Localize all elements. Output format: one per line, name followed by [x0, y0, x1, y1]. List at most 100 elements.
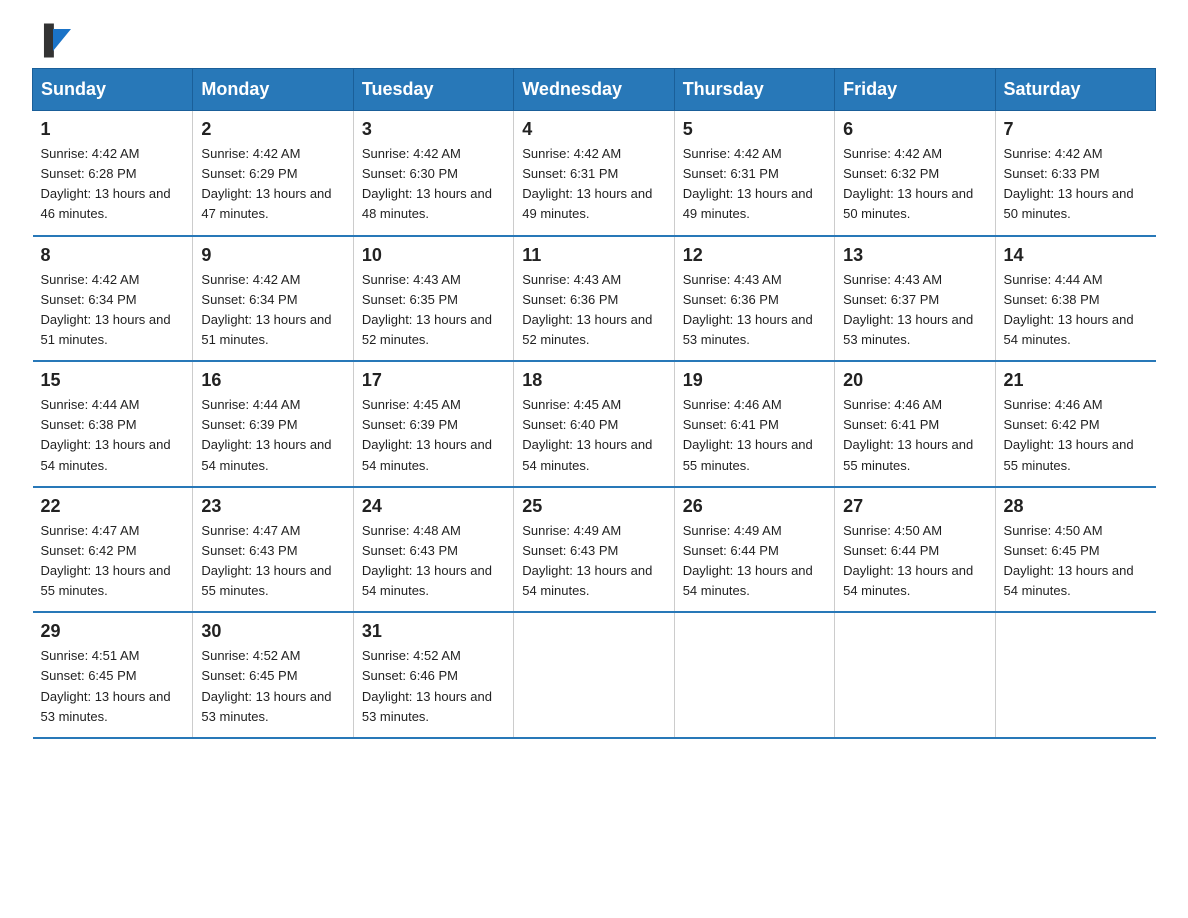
- calendar-cell: 4 Sunrise: 4:42 AMSunset: 6:31 PMDayligh…: [514, 111, 674, 236]
- calendar-week-1: 1 Sunrise: 4:42 AMSunset: 6:28 PMDayligh…: [33, 111, 1156, 236]
- calendar-table: Sunday Monday Tuesday Wednesday Thursday…: [32, 68, 1156, 739]
- day-number: 11: [522, 245, 665, 266]
- calendar-cell: 20 Sunrise: 4:46 AMSunset: 6:41 PMDaylig…: [835, 361, 995, 487]
- day-info: Sunrise: 4:42 AMSunset: 6:29 PMDaylight:…: [201, 144, 344, 225]
- logo: ▐: [32, 24, 71, 52]
- day-info: Sunrise: 4:45 AMSunset: 6:39 PMDaylight:…: [362, 395, 505, 476]
- calendar-cell: 7 Sunrise: 4:42 AMSunset: 6:33 PMDayligh…: [995, 111, 1155, 236]
- day-info: Sunrise: 4:43 AMSunset: 6:36 PMDaylight:…: [522, 270, 665, 351]
- day-info: Sunrise: 4:46 AMSunset: 6:41 PMDaylight:…: [683, 395, 826, 476]
- day-number: 7: [1004, 119, 1148, 140]
- calendar-cell: 1 Sunrise: 4:42 AMSunset: 6:28 PMDayligh…: [33, 111, 193, 236]
- calendar-header: Sunday Monday Tuesday Wednesday Thursday…: [33, 69, 1156, 111]
- calendar-cell: 31 Sunrise: 4:52 AMSunset: 6:46 PMDaylig…: [353, 612, 513, 738]
- day-info: Sunrise: 4:45 AMSunset: 6:40 PMDaylight:…: [522, 395, 665, 476]
- calendar-cell: 12 Sunrise: 4:43 AMSunset: 6:36 PMDaylig…: [674, 236, 834, 362]
- calendar-week-4: 22 Sunrise: 4:47 AMSunset: 6:42 PMDaylig…: [33, 487, 1156, 613]
- day-number: 30: [201, 621, 344, 642]
- day-info: Sunrise: 4:42 AMSunset: 6:32 PMDaylight:…: [843, 144, 986, 225]
- day-number: 24: [362, 496, 505, 517]
- calendar-cell: 18 Sunrise: 4:45 AMSunset: 6:40 PMDaylig…: [514, 361, 674, 487]
- calendar-cell: 6 Sunrise: 4:42 AMSunset: 6:32 PMDayligh…: [835, 111, 995, 236]
- day-number: 27: [843, 496, 986, 517]
- day-info: Sunrise: 4:44 AMSunset: 6:38 PMDaylight:…: [1004, 270, 1148, 351]
- day-number: 3: [362, 119, 505, 140]
- day-info: Sunrise: 4:44 AMSunset: 6:38 PMDaylight:…: [41, 395, 185, 476]
- day-number: 14: [1004, 245, 1148, 266]
- calendar-cell: 2 Sunrise: 4:42 AMSunset: 6:29 PMDayligh…: [193, 111, 353, 236]
- calendar-cell: 17 Sunrise: 4:45 AMSunset: 6:39 PMDaylig…: [353, 361, 513, 487]
- day-info: Sunrise: 4:46 AMSunset: 6:42 PMDaylight:…: [1004, 395, 1148, 476]
- day-info: Sunrise: 4:52 AMSunset: 6:46 PMDaylight:…: [362, 646, 505, 727]
- day-info: Sunrise: 4:48 AMSunset: 6:43 PMDaylight:…: [362, 521, 505, 602]
- day-info: Sunrise: 4:46 AMSunset: 6:41 PMDaylight:…: [843, 395, 986, 476]
- calendar-cell: 28 Sunrise: 4:50 AMSunset: 6:45 PMDaylig…: [995, 487, 1155, 613]
- calendar-cell: 14 Sunrise: 4:44 AMSunset: 6:38 PMDaylig…: [995, 236, 1155, 362]
- col-saturday: Saturday: [995, 69, 1155, 111]
- day-number: 28: [1004, 496, 1148, 517]
- day-number: 4: [522, 119, 665, 140]
- header-row: Sunday Monday Tuesday Wednesday Thursday…: [33, 69, 1156, 111]
- calendar-cell: 21 Sunrise: 4:46 AMSunset: 6:42 PMDaylig…: [995, 361, 1155, 487]
- calendar-cell: 27 Sunrise: 4:50 AMSunset: 6:44 PMDaylig…: [835, 487, 995, 613]
- day-info: Sunrise: 4:42 AMSunset: 6:34 PMDaylight:…: [41, 270, 185, 351]
- col-wednesday: Wednesday: [514, 69, 674, 111]
- day-info: Sunrise: 4:44 AMSunset: 6:39 PMDaylight:…: [201, 395, 344, 476]
- calendar-cell: 10 Sunrise: 4:43 AMSunset: 6:35 PMDaylig…: [353, 236, 513, 362]
- day-info: Sunrise: 4:51 AMSunset: 6:45 PMDaylight:…: [41, 646, 185, 727]
- calendar-cell: [995, 612, 1155, 738]
- day-info: Sunrise: 4:43 AMSunset: 6:36 PMDaylight:…: [683, 270, 826, 351]
- day-number: 15: [41, 370, 185, 391]
- logo-bar: ▐: [34, 24, 53, 56]
- calendar-cell: 25 Sunrise: 4:49 AMSunset: 6:43 PMDaylig…: [514, 487, 674, 613]
- day-info: Sunrise: 4:47 AMSunset: 6:42 PMDaylight:…: [41, 521, 185, 602]
- day-number: 13: [843, 245, 986, 266]
- logo-triangle-icon: [53, 29, 71, 51]
- day-info: Sunrise: 4:50 AMSunset: 6:44 PMDaylight:…: [843, 521, 986, 602]
- day-number: 16: [201, 370, 344, 391]
- day-number: 18: [522, 370, 665, 391]
- day-number: 31: [362, 621, 505, 642]
- calendar-cell: 29 Sunrise: 4:51 AMSunset: 6:45 PMDaylig…: [33, 612, 193, 738]
- day-number: 29: [41, 621, 185, 642]
- col-monday: Monday: [193, 69, 353, 111]
- calendar-cell: 26 Sunrise: 4:49 AMSunset: 6:44 PMDaylig…: [674, 487, 834, 613]
- day-number: 25: [522, 496, 665, 517]
- calendar-week-5: 29 Sunrise: 4:51 AMSunset: 6:45 PMDaylig…: [33, 612, 1156, 738]
- calendar-cell: 15 Sunrise: 4:44 AMSunset: 6:38 PMDaylig…: [33, 361, 193, 487]
- day-number: 17: [362, 370, 505, 391]
- calendar-cell: 24 Sunrise: 4:48 AMSunset: 6:43 PMDaylig…: [353, 487, 513, 613]
- day-number: 9: [201, 245, 344, 266]
- calendar-cell: 13 Sunrise: 4:43 AMSunset: 6:37 PMDaylig…: [835, 236, 995, 362]
- col-thursday: Thursday: [674, 69, 834, 111]
- day-number: 1: [41, 119, 185, 140]
- day-info: Sunrise: 4:42 AMSunset: 6:28 PMDaylight:…: [41, 144, 185, 225]
- day-info: Sunrise: 4:42 AMSunset: 6:30 PMDaylight:…: [362, 144, 505, 225]
- day-info: Sunrise: 4:42 AMSunset: 6:34 PMDaylight:…: [201, 270, 344, 351]
- day-number: 10: [362, 245, 505, 266]
- calendar-cell: 19 Sunrise: 4:46 AMSunset: 6:41 PMDaylig…: [674, 361, 834, 487]
- day-number: 23: [201, 496, 344, 517]
- col-tuesday: Tuesday: [353, 69, 513, 111]
- calendar-cell: 3 Sunrise: 4:42 AMSunset: 6:30 PMDayligh…: [353, 111, 513, 236]
- calendar-cell: [835, 612, 995, 738]
- day-info: Sunrise: 4:42 AMSunset: 6:31 PMDaylight:…: [522, 144, 665, 225]
- calendar-body: 1 Sunrise: 4:42 AMSunset: 6:28 PMDayligh…: [33, 111, 1156, 738]
- page-header: ▐: [32, 24, 1156, 52]
- calendar-cell: 5 Sunrise: 4:42 AMSunset: 6:31 PMDayligh…: [674, 111, 834, 236]
- calendar-cell: [674, 612, 834, 738]
- day-info: Sunrise: 4:52 AMSunset: 6:45 PMDaylight:…: [201, 646, 344, 727]
- day-number: 20: [843, 370, 986, 391]
- calendar-cell: 8 Sunrise: 4:42 AMSunset: 6:34 PMDayligh…: [33, 236, 193, 362]
- day-info: Sunrise: 4:43 AMSunset: 6:35 PMDaylight:…: [362, 270, 505, 351]
- day-number: 2: [201, 119, 344, 140]
- day-number: 8: [41, 245, 185, 266]
- calendar-cell: 11 Sunrise: 4:43 AMSunset: 6:36 PMDaylig…: [514, 236, 674, 362]
- col-friday: Friday: [835, 69, 995, 111]
- day-number: 6: [843, 119, 986, 140]
- day-info: Sunrise: 4:49 AMSunset: 6:44 PMDaylight:…: [683, 521, 826, 602]
- calendar-cell: 23 Sunrise: 4:47 AMSunset: 6:43 PMDaylig…: [193, 487, 353, 613]
- calendar-cell: 22 Sunrise: 4:47 AMSunset: 6:42 PMDaylig…: [33, 487, 193, 613]
- day-info: Sunrise: 4:49 AMSunset: 6:43 PMDaylight:…: [522, 521, 665, 602]
- day-number: 26: [683, 496, 826, 517]
